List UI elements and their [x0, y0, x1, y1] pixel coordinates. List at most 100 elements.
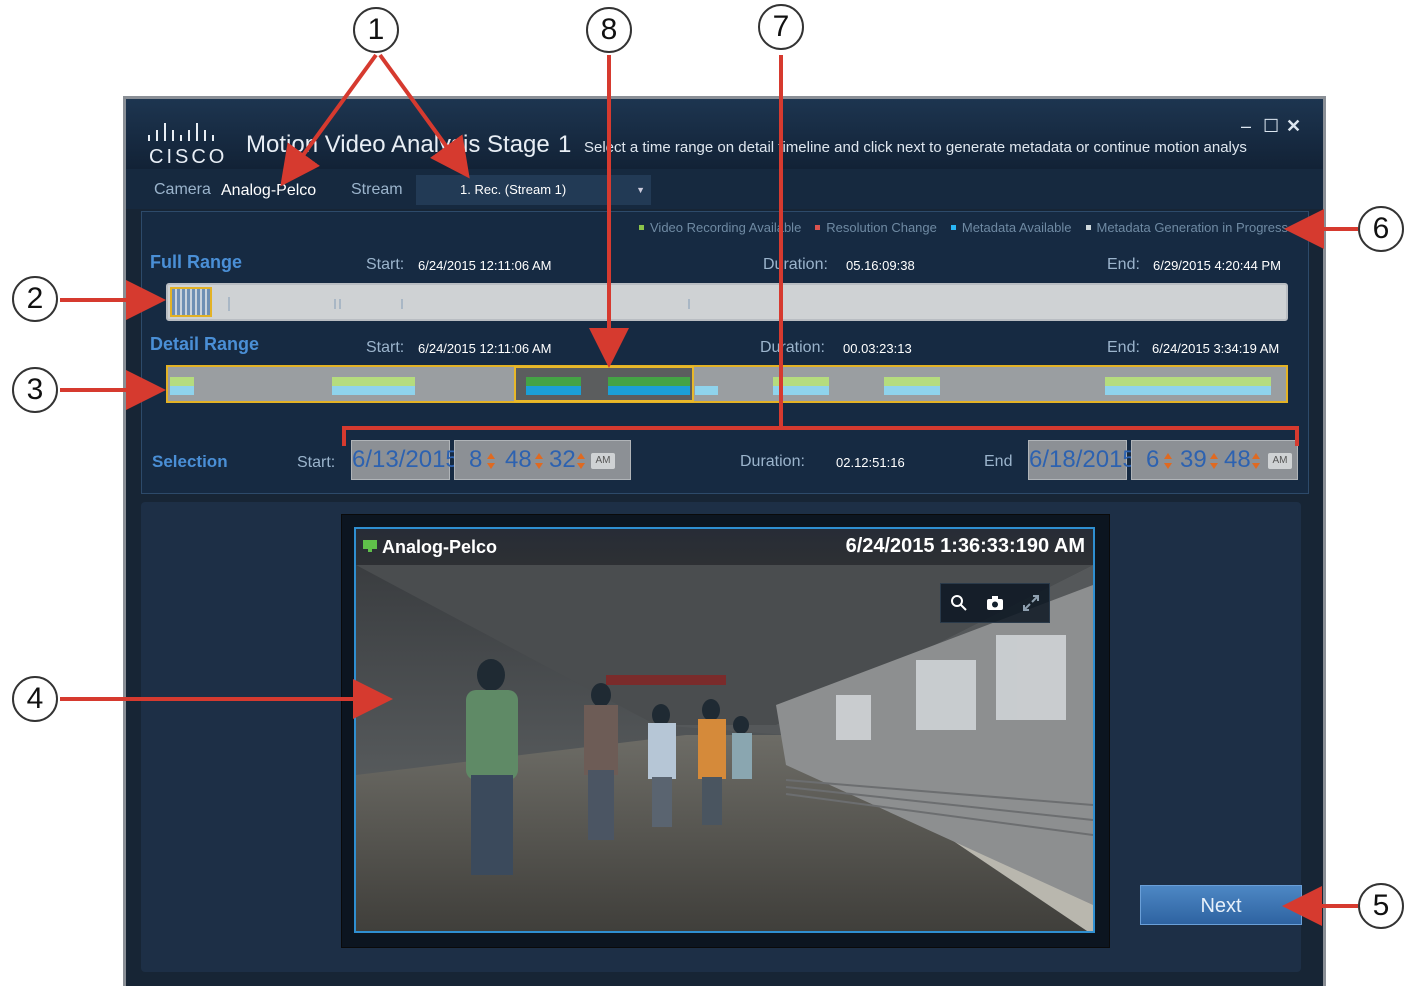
end-hour[interactable]: 6	[1146, 441, 1159, 479]
full-start-label: Start:	[366, 256, 405, 273]
end-hour-spinner[interactable]	[1164, 453, 1173, 469]
minimize-button[interactable]: ‒	[1241, 117, 1251, 135]
callout-5: 5	[1358, 883, 1404, 929]
start-hour-spinner[interactable]	[487, 453, 496, 469]
metadata-segment	[773, 386, 829, 395]
callout-6: 6	[1358, 206, 1404, 252]
osd-timestamp: 6/24/2015 1:36:33:190 AM	[845, 535, 1085, 557]
recording-segment	[332, 377, 415, 386]
chevron-down-icon: ▼	[636, 185, 645, 195]
detail-duration-label: Duration:	[760, 339, 825, 356]
metadata-segment	[1105, 386, 1271, 395]
detail-start-value: 6/24/2015 12:11:06 AM	[418, 341, 552, 356]
recording-mark	[688, 299, 690, 309]
full-range-title: Full Range	[150, 252, 243, 272]
video-osd-bar: Analog-Pelco 6/24/2015 1:36:33:190 AM	[356, 529, 1093, 565]
legend-swatch	[639, 225, 644, 230]
camera-icon[interactable]	[984, 592, 1006, 614]
recording-mark	[401, 299, 403, 309]
stream-value: Rec. (Stream 1)	[474, 182, 567, 197]
recording-segment	[1105, 377, 1271, 386]
recording-segment	[170, 377, 194, 386]
next-button[interactable]: Next	[1140, 885, 1302, 925]
svg-text:CISCO: CISCO	[149, 146, 227, 165]
callout-3: 3	[12, 367, 58, 413]
stream-number: 1.	[460, 182, 471, 197]
start-hour[interactable]: 8	[469, 441, 482, 479]
end-second[interactable]: 48	[1224, 441, 1251, 479]
full-duration-value: 05.16:09:38	[846, 258, 915, 273]
legend-item: Metadata Generation in Progress	[1085, 220, 1289, 235]
detail-end-value: 6/24/2015 3:34:19 AM	[1152, 341, 1280, 356]
start-minute-spinner[interactable]	[535, 453, 544, 469]
end-minute-spinner[interactable]	[1210, 453, 1219, 469]
legend-label: Video Recording Available	[650, 220, 802, 235]
selection-end-label: End	[984, 453, 1013, 470]
full-range-timeline[interactable]	[166, 283, 1288, 321]
stream-label: Stream	[351, 181, 403, 198]
instructions-text: Select a time range on detail timeline a…	[584, 139, 1247, 156]
selection-duration-value: 02.12:51:16	[836, 455, 905, 470]
legend-item: Metadata Available	[950, 220, 1072, 235]
expand-icon[interactable]	[1020, 592, 1042, 614]
start-second-spinner[interactable]	[577, 453, 586, 469]
detail-duration-value: 00.03:23:13	[843, 341, 912, 356]
metadata-segment	[170, 386, 194, 395]
callout-4: 4	[12, 676, 58, 722]
legend: Video Recording Available Resolution Cha…	[639, 220, 1288, 235]
selection-duration-label: Duration:	[740, 453, 805, 470]
start-time-field[interactable]: 8 48 32 AM	[454, 440, 631, 480]
detail-start-label: Start:	[366, 339, 405, 356]
stream-dropdown[interactable]: 1. Rec. (Stream 1) ▼	[416, 175, 651, 205]
camera-label: Camera	[154, 181, 211, 198]
end-ampm-toggle[interactable]: AM	[1268, 453, 1292, 469]
app-title: Motion Video Analysis Stage	[246, 131, 550, 158]
selection-title: Selection	[152, 452, 228, 471]
legend-label: Metadata Generation in Progress	[1096, 220, 1289, 235]
camera-value: Analog-Pelco	[221, 182, 317, 199]
legend-item: Resolution Change	[815, 220, 937, 235]
monitor-icon	[363, 540, 377, 552]
metadata-segment	[884, 386, 940, 395]
end-minute[interactable]: 39	[1180, 441, 1207, 479]
video-player: Analog-Pelco 6/24/2015 1:36:33:190 AM	[341, 514, 1110, 948]
metadata-segment	[695, 386, 718, 395]
recording-segment	[773, 377, 829, 386]
start-date-field[interactable]: 6/13/2015	[351, 440, 459, 480]
player-toolbar	[940, 583, 1050, 623]
start-second[interactable]: 32	[549, 441, 576, 479]
callout-7: 7	[758, 4, 804, 50]
recording-segment	[884, 377, 940, 386]
metadata-segment	[526, 386, 581, 395]
detail-range-timeline[interactable]	[166, 365, 1288, 403]
start-minute[interactable]: 48	[505, 441, 532, 479]
legend-swatch	[950, 225, 956, 230]
full-start-value: 6/24/2015 12:11:06 AM	[418, 258, 552, 273]
legend-item: Video Recording Available	[639, 220, 801, 235]
zoom-icon[interactable]	[948, 592, 970, 614]
video-frame[interactable]: Analog-Pelco 6/24/2015 1:36:33:190 AM	[354, 527, 1095, 933]
recording-mark	[334, 299, 336, 309]
osd-camera-name: Analog-Pelco	[382, 537, 498, 557]
recording-mark	[228, 297, 230, 311]
maximize-button[interactable]: ☐	[1263, 117, 1279, 135]
full-end-value: 6/29/2015 4:20:44 PM	[1153, 258, 1281, 273]
callout-1: 1	[353, 7, 399, 53]
close-button[interactable]: ✕	[1286, 117, 1301, 135]
end-time-field[interactable]: 6 39 48 AM	[1131, 440, 1298, 480]
legend-label: Metadata Available	[961, 220, 1072, 235]
legend-swatch	[815, 225, 821, 230]
metadata-segment	[332, 386, 415, 395]
callout-2: 2	[12, 276, 58, 322]
full-end-label: End:	[1107, 256, 1140, 273]
video-panel: Analog-Pelco 6/24/2015 1:36:33:190 AM Ne…	[141, 502, 1302, 972]
full-range-viewport-marker[interactable]	[170, 287, 212, 317]
start-ampm-toggle[interactable]: AM	[591, 453, 615, 469]
recording-segment	[608, 377, 690, 386]
end-date-field[interactable]: 6/18/2015	[1028, 440, 1136, 480]
selection-start-label: Start:	[297, 454, 336, 471]
end-second-spinner[interactable]	[1252, 453, 1261, 469]
timeline-panel: Video Recording Available Resolution Cha…	[141, 211, 1309, 494]
detail-selection-window[interactable]	[514, 366, 694, 402]
recording-segment	[526, 377, 581, 386]
